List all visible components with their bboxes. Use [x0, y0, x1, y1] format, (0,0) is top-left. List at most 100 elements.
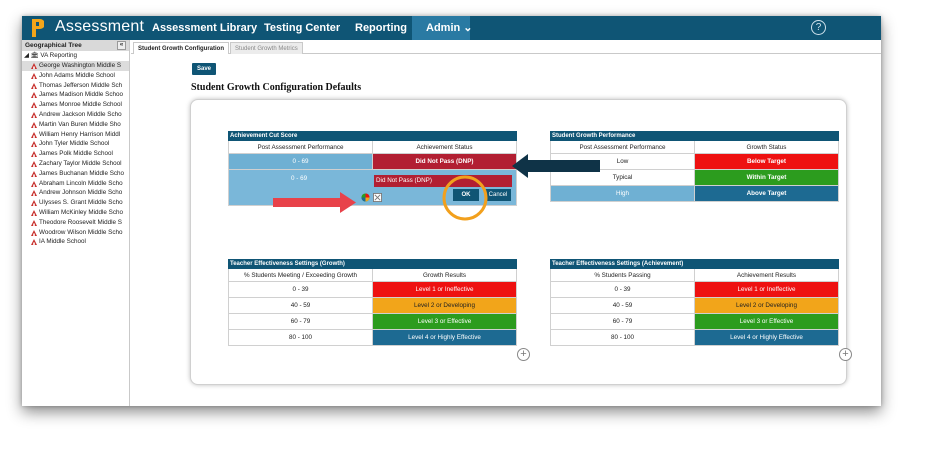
tree-item-label: Woodrow Wilson Middle Scho [39, 228, 123, 236]
sidebar-title: Geographical Tree [25, 42, 82, 49]
add-achievement-row-button[interactable]: + [839, 348, 852, 361]
table-header-row: % Students Passing Achievement Results [550, 269, 839, 282]
table-header-row: Post Assessment Performance Growth Statu… [550, 141, 839, 154]
school-icon [31, 151, 37, 158]
tree-item[interactable]: James Polk Middle School [22, 149, 129, 159]
app-logo-icon [32, 19, 44, 37]
tree-item[interactable]: Andrew Johnson Middle Scho [22, 188, 129, 198]
range-cell: 0 - 39 [614, 286, 631, 293]
tree-item[interactable]: John Tyler Middle School [22, 139, 129, 149]
table-row[interactable]: 40 - 59 Level 2 or Developing [228, 298, 517, 314]
school-icon [31, 180, 37, 187]
tree-root[interactable]: ◢ 🏛 VA Reporting [22, 51, 129, 61]
performance-cell: Typical [612, 174, 633, 181]
school-icon [31, 200, 37, 207]
tree-item[interactable]: IA Middle School [22, 237, 129, 247]
range-cell: 0 - 69 [291, 175, 308, 182]
collapse-icon[interactable]: « [117, 41, 126, 50]
result-cell: Level 1 or Ineffective [694, 282, 838, 297]
help-icon[interactable]: ? [811, 20, 826, 35]
table-row[interactable]: 0 - 39 Level 1 or Ineffective [228, 282, 517, 298]
tree-item[interactable]: Zachary Taylor Middle School [22, 159, 129, 169]
tree-item[interactable]: Theodore Roosevelt Middle S [22, 218, 129, 228]
tree-item[interactable]: Abraham Lincoln Middle Scho [22, 179, 129, 189]
tree-item[interactable]: Woodrow Wilson Middle Scho [22, 228, 129, 238]
save-button[interactable]: Save [192, 63, 216, 75]
table-row[interactable]: 0 - 69 Did Not Pass (DNP) [228, 154, 517, 170]
tree-item-label: James Madison Middle Schoo [39, 91, 123, 99]
add-growth-row-button[interactable]: + [517, 348, 530, 361]
range-cell: 60 - 79 [612, 318, 633, 325]
range-cell: 40 - 59 [612, 302, 633, 309]
tree-item[interactable]: John Adams Middle School [22, 71, 129, 81]
column-header: Post Assessment Performance [257, 143, 344, 151]
tree-item[interactable]: James Monroe Middle School [22, 100, 129, 110]
tree-item[interactable]: William McKinley Middle Scho [22, 208, 129, 218]
result-cell: Level 4 or Highly Effective [372, 330, 516, 345]
tree-item[interactable]: James Madison Middle Schoo [22, 90, 129, 100]
nav-assessment-library[interactable]: Assessment Library [146, 16, 263, 40]
table-title: Achievement Cut Score [228, 131, 517, 141]
tree-item-label: Andrew Jackson Middle Scho [39, 110, 122, 118]
school-icon [31, 121, 37, 128]
tree-item-label: George Washington Middle S [39, 62, 122, 69]
table-row[interactable]: 60 - 79 Level 3 or Effective [550, 314, 839, 330]
tree-item-label: James Buchanan Middle Scho [39, 169, 125, 177]
table-title: Teacher Effectiveness Settings (Achievem… [550, 259, 839, 269]
tree-item[interactable]: William Henry Harrison Middl [22, 130, 129, 140]
cancel-button[interactable]: Cancel [485, 189, 511, 201]
table-row[interactable]: 60 - 79 Level 3 or Effective [228, 314, 517, 330]
tree-item[interactable]: George Washington Middle S [22, 61, 129, 71]
ok-button[interactable]: OK [453, 189, 479, 201]
tree-item[interactable]: Thomas Jefferson Middle Sch [22, 81, 129, 91]
table-title: Teacher Effectiveness Settings (Growth) [228, 259, 517, 269]
tree-item-label: Theodore Roosevelt Middle S [39, 218, 122, 226]
result-cell: Level 2 or Developing [694, 298, 838, 313]
tree-item-label: Andrew Johnson Middle Scho [39, 189, 123, 197]
table-row[interactable]: 80 - 100 Level 4 or Highly Effective [550, 330, 839, 346]
table-row[interactable]: 80 - 100 Level 4 or Highly Effective [228, 330, 517, 346]
tree-item[interactable]: Andrew Jackson Middle Scho [22, 110, 129, 120]
table-row[interactable]: Low Below Target [550, 154, 839, 170]
table-header-row: % Students Meeting / Exceeding Growth Gr… [228, 269, 517, 282]
status-cell: Below Target [694, 154, 838, 169]
tree-item[interactable]: Martin Van Buren Middle Sho [22, 120, 129, 130]
teacher-effectiveness-growth-table: Teacher Effectiveness Settings (Growth) … [228, 259, 517, 346]
column-header: % Students Passing [594, 271, 651, 279]
clear-icon[interactable] [373, 193, 382, 202]
nav-admin[interactable]: Admin ⌄ [412, 16, 473, 40]
tree-item-label: Zachary Taylor Middle School [39, 159, 122, 167]
school-icon [31, 141, 37, 148]
tree-item-label: John Tyler Middle School [39, 140, 110, 148]
tree-item-label: Martin Van Buren Middle Sho [39, 120, 121, 128]
status-edit-field[interactable]: Did Not Pass (DNP) [374, 175, 512, 187]
table-row[interactable]: 0 - 39 Level 1 or Ineffective [550, 282, 839, 298]
tab-student-growth-configuration[interactable]: Student Growth Configuration [133, 42, 229, 54]
range-cell: 60 - 79 [290, 318, 311, 325]
school-icon [31, 92, 37, 99]
school-icon [31, 160, 37, 167]
result-cell: Level 1 or Ineffective [372, 282, 516, 297]
nav-testing-center[interactable]: Testing Center [258, 16, 346, 40]
sidebar-header: Geographical Tree « [22, 40, 129, 51]
tree-item[interactable]: Ulysses S. Grant Middle Scho [22, 198, 129, 208]
range-cell: 80 - 100 [610, 334, 635, 341]
status-cell: Above Target [694, 186, 838, 201]
table-row[interactable]: High Above Target [550, 186, 839, 202]
top-navigation-bar: Assessment Assessment Library Testing Ce… [22, 16, 881, 40]
status-cell: Within Target [694, 170, 838, 185]
tree: ◢ 🏛 VA Reporting George Washington Middl… [22, 51, 129, 247]
school-icon [31, 209, 37, 216]
school-icon [31, 190, 37, 197]
table-row[interactable]: 40 - 59 Level 2 or Developing [550, 298, 839, 314]
school-icon [31, 102, 37, 109]
color-picker-icon[interactable] [361, 193, 370, 202]
table-row[interactable]: Typical Within Target [550, 170, 839, 186]
tab-student-growth-metrics[interactable]: Student Growth Metrics [230, 42, 303, 54]
tree-item-label: William Henry Harrison Middl [39, 130, 121, 138]
tab-bar: Student Growth Configuration Student Gro… [131, 40, 881, 54]
result-cell: Level 3 or Effective [694, 314, 838, 329]
tree-item[interactable]: James Buchanan Middle Scho [22, 169, 129, 179]
school-icon [31, 72, 37, 79]
school-icon [31, 63, 37, 69]
